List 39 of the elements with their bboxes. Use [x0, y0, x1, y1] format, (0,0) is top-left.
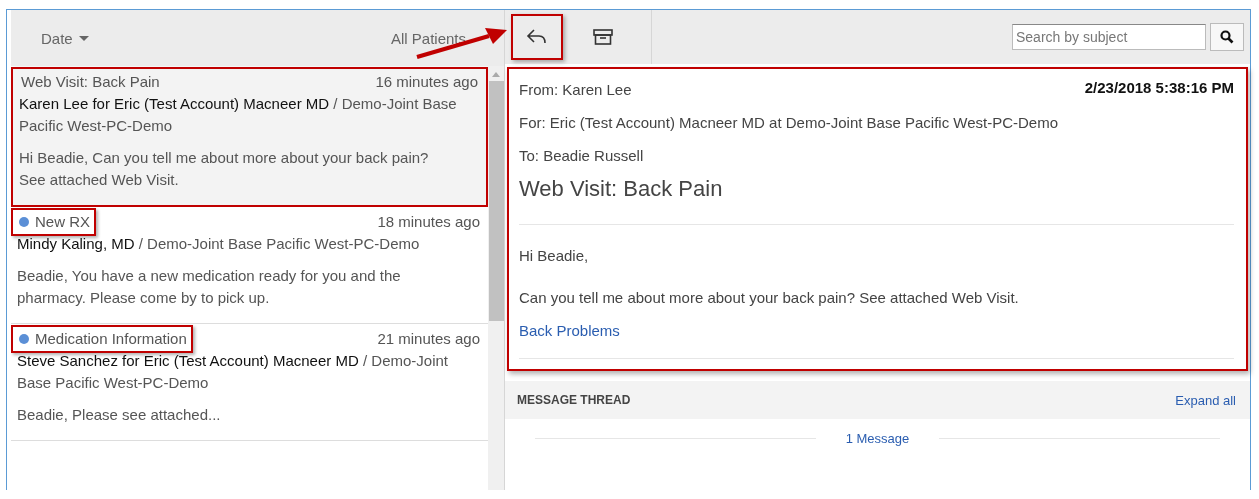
reply-button[interactable]: [511, 14, 563, 60]
archive-box-icon: [593, 28, 613, 46]
message-item[interactable]: Medication Information 21 minutes ago Steve Sanchez for Eric (Test Account) Macneer MD / Demo-Joint Base Pacific West-PC-Demo Beadie, Please see attached...: [11, 324, 488, 441]
unread-dot-icon: [19, 334, 29, 344]
scrollbar[interactable]: [488, 66, 504, 490]
message-time: 18 minutes ago: [377, 212, 480, 232]
message-count-link[interactable]: 1 Message: [845, 431, 910, 446]
message-item[interactable]: New RX 18 minutes ago Mindy Kaling, MD / Demo-Joint Base Pacific West-PC-Demo Beadie, You have a new medication ready for you and the pharmacy. Please come by to pick up.: [11, 207, 488, 324]
for-line: For: Eric (Test Account) Macneer MD at Demo-Joint Base Pacific West-PC-Demo: [519, 113, 1060, 133]
message-sender: Karen Lee for Eric (Test Account) Macneer MD / Demo-Joint Base Pacific West-PC-Demo: [19, 94, 458, 136]
expand-all-link[interactable]: Expand all: [1175, 392, 1236, 408]
message-subject: New RX: [11, 208, 96, 236]
message-title: Web Visit: Back Pain: [519, 176, 724, 202]
message-body: Can you tell me about more about your back pain? See attached Web Visit.: [519, 288, 1020, 308]
message-subject: Web Visit: Back Pain: [20, 72, 161, 92]
thread-title: MESSAGE THREAD: [517, 393, 631, 407]
search-field[interactable]: Search by subject: [1012, 24, 1206, 50]
message-preview: Beadie, Please see attached...: [17, 405, 222, 425]
search-icon: [1220, 30, 1234, 44]
sort-dropdown[interactable]: Date: [41, 29, 89, 47]
from-line: From: Karen Lee: [519, 80, 632, 100]
scroll-thumb[interactable]: [488, 81, 504, 321]
message-sender: Mindy Kaling, MD / Demo-Joint Base Pacific West-PC-Demo: [17, 234, 421, 254]
message-item[interactable]: [11, 67, 488, 207]
caret-icon: [78, 35, 89, 41]
attachment-link[interactable]: Back Problems: [519, 320, 1234, 342]
message-subject: Medication Information: [11, 325, 193, 353]
message-date: 2/23/2018 5:38:16 PM: [1084, 79, 1234, 98]
message-preview: Beadie, You have a new medication ready for you and the pharmacy. Please come by to pick up.: [17, 266, 402, 308]
search-button[interactable]: [1210, 23, 1244, 51]
message-preview: Hi Beadie, Can you tell me about more about your back pain? See attached Web Visit.: [19, 148, 430, 190]
reply-icon: [526, 28, 548, 46]
message-greeting: Hi Beadie,: [519, 246, 590, 266]
filter-dropdown[interactable]: All Patients: [390, 29, 466, 47]
message-time: 21 minutes ago: [377, 329, 480, 349]
unread-dot-icon: [19, 217, 29, 227]
message-sender: Steve Sanchez for Eric (Test Account) Macneer MD / Demo-Joint Base Pacific West-PC-Demo: [17, 351, 449, 393]
to-line: To: Beadie Russell: [519, 146, 645, 166]
message-time: 16 minutes ago: [375, 72, 478, 92]
